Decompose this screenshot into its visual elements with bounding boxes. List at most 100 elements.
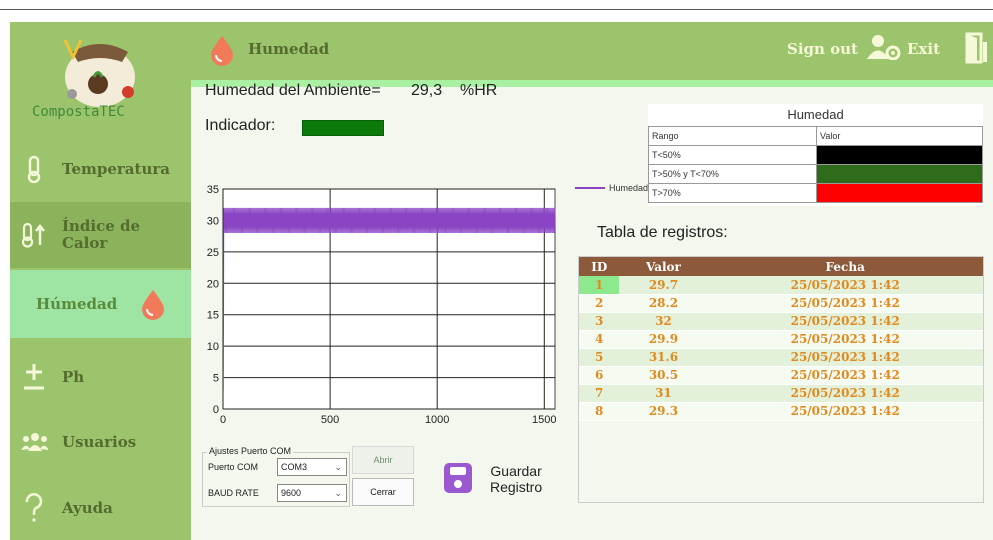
table-row[interactable]: 5 31.6 25/05/2023 1:42 [579, 348, 983, 367]
table-row[interactable]: 6 30.5 25/05/2023 1:42 [579, 366, 983, 385]
baud-label: BAUD RATE [208, 488, 259, 498]
sidebar-item-label: Temperatura [62, 160, 170, 178]
table-row[interactable]: 3 32 25/05/2023 1:42 [579, 312, 983, 331]
records-header-row: ID Valor Fecha [579, 257, 983, 276]
sidebar: CompostaTEC Temperatura Índice de Calor H… [10, 22, 191, 540]
record-date: 25/05/2023 1:42 [707, 384, 983, 403]
question-icon [20, 493, 48, 522]
table-row[interactable]: 8 29.3 25/05/2023 1:42 [579, 402, 983, 421]
record-date: 25/05/2023 1:42 [707, 294, 983, 313]
water-drop-icon [209, 34, 235, 70]
reference-grid: Rango Valor T<50% T>50% y T<70% T>70% [648, 126, 983, 203]
record-date: 25/05/2023 1:42 [707, 402, 983, 421]
reference-color-swatch [816, 164, 983, 184]
table-row[interactable]: 2 28.2 25/05/2023 1:42 [579, 294, 983, 313]
record-id: 4 [579, 330, 620, 349]
y-tick-label: 20 [207, 278, 219, 290]
record-date: 25/05/2023 1:42 [707, 366, 983, 385]
records-table[interactable]: ID Valor Fecha 1 29.7 25/05/2023 1:42 2 28.2… [578, 256, 984, 503]
indicator-bar [302, 120, 384, 136]
record-id: 5 [579, 348, 620, 367]
chevron-down-icon: ⌄ [334, 488, 342, 498]
sidebar-item-label: Índice de Calor [62, 218, 140, 252]
indicator-label: Indicador: [205, 117, 276, 134]
sidebar-item-label: Usuarios [62, 433, 137, 451]
humidity-reference-table: Humedad Rango Valor T<50% T>50% y T<70% … [648, 104, 983, 206]
table-row[interactable]: 1 29.7 25/05/2023 1:42 [579, 276, 983, 295]
door-exit-icon[interactable] [963, 32, 989, 68]
y-tick-label: 35 [207, 184, 219, 196]
record-id: 1 [579, 276, 620, 295]
sidebar-item-temperatura[interactable]: Temperatura [10, 144, 191, 194]
reference-header-valor: Valor [816, 126, 983, 146]
table-row[interactable]: 7 31 25/05/2023 1:42 [579, 384, 983, 403]
baud-select[interactable]: 9600 ⌄ [277, 484, 347, 502]
reference-color-swatch [816, 145, 983, 165]
user-settings-icon[interactable] [867, 34, 901, 64]
x-tick-label: 1000 [425, 414, 449, 426]
record-id: 3 [579, 312, 620, 331]
record-id: 8 [579, 402, 620, 421]
record-date: 25/05/2023 1:42 [707, 312, 983, 331]
record-date: 25/05/2023 1:42 [707, 276, 983, 295]
save-label-line2: Registro [490, 479, 543, 495]
sidebar-item-usuarios[interactable]: Usuarios [10, 417, 191, 467]
x-tick-label: 1500 [532, 414, 556, 426]
record-date: 25/05/2023 1:42 [707, 330, 983, 349]
sidebar-item-label: Ayuda [62, 499, 113, 517]
reference-row: T<50% [648, 145, 983, 165]
reference-range: T<50% [648, 145, 817, 165]
reference-header-row: Rango Valor [648, 126, 983, 146]
records-header-valor[interactable]: Valor [619, 257, 708, 276]
sidebar-item-label: Húmedad [36, 295, 118, 313]
open-port-button[interactable]: Abrir [352, 446, 414, 474]
header-bar: Humedad Sign out Exit [191, 22, 993, 80]
table-row[interactable]: 4 29.9 25/05/2023 1:42 [579, 330, 983, 349]
records-header-id[interactable]: ID [579, 257, 620, 276]
chart-legend: Humedad [575, 183, 648, 193]
save-disk-icon[interactable] [443, 462, 473, 498]
record-value: 29.7 [619, 276, 708, 295]
sidebar-item-humedad[interactable]: Húmedad [10, 270, 191, 338]
logo: CompostaTEC [10, 22, 191, 132]
legend-line [575, 187, 605, 189]
save-record-button[interactable]: Guardar Registro [490, 463, 542, 495]
port-label: Puerto COM [208, 462, 259, 472]
plus-minus-icon [20, 363, 48, 391]
y-tick-label: 10 [207, 341, 219, 353]
record-id: 2 [579, 294, 620, 313]
close-port-button[interactable]: Cerrar [352, 478, 414, 506]
exit-button[interactable]: Exit [907, 40, 940, 58]
record-date: 25/05/2023 1:42 [707, 348, 983, 367]
x-tick-label: 500 [321, 414, 339, 426]
humidity-value: 29,3 [411, 82, 443, 99]
record-value: 32 [619, 312, 708, 331]
sign-out-button[interactable]: Sign out [787, 40, 858, 58]
y-tick-label: 5 [213, 373, 219, 385]
window-top-border [0, 9, 993, 10]
sidebar-item-label-line2: Calor [62, 234, 108, 252]
record-value: 29.9 [619, 330, 708, 349]
y-tick-label: 15 [207, 310, 219, 322]
reference-color-swatch [816, 183, 983, 203]
sidebar-item-ph[interactable]: Ph [10, 352, 191, 402]
baud-select-value: 9600 [281, 488, 302, 498]
records-header-fecha[interactable]: Fecha [707, 257, 983, 276]
port-select-value: COM3 [281, 462, 308, 472]
y-tick-label: 0 [213, 404, 219, 416]
y-tick-label: 25 [207, 247, 219, 259]
record-value: 31.6 [619, 348, 708, 367]
reference-title: Humedad [787, 107, 844, 122]
water-drop-icon [139, 290, 167, 320]
app-logo-text: CompostaTEC [32, 104, 125, 120]
y-tick-label: 30 [207, 215, 219, 227]
thermometer-icon [20, 155, 48, 183]
page-title: Humedad [248, 40, 330, 58]
sidebar-item-indice-de-calor[interactable]: Índice de Calor [10, 202, 191, 268]
sidebar-item-ayuda[interactable]: Ayuda [10, 482, 191, 534]
x-tick-label: 0 [220, 414, 226, 426]
port-select[interactable]: COM3 ⌄ [277, 458, 347, 476]
humidity-line-chart: 0 5 10 15 20 25 30 35 0 500 1000 1500 [207, 184, 557, 426]
sidebar-item-label: Ph [62, 368, 85, 386]
com-settings-title: Ajustes Puerto COM [207, 446, 294, 456]
